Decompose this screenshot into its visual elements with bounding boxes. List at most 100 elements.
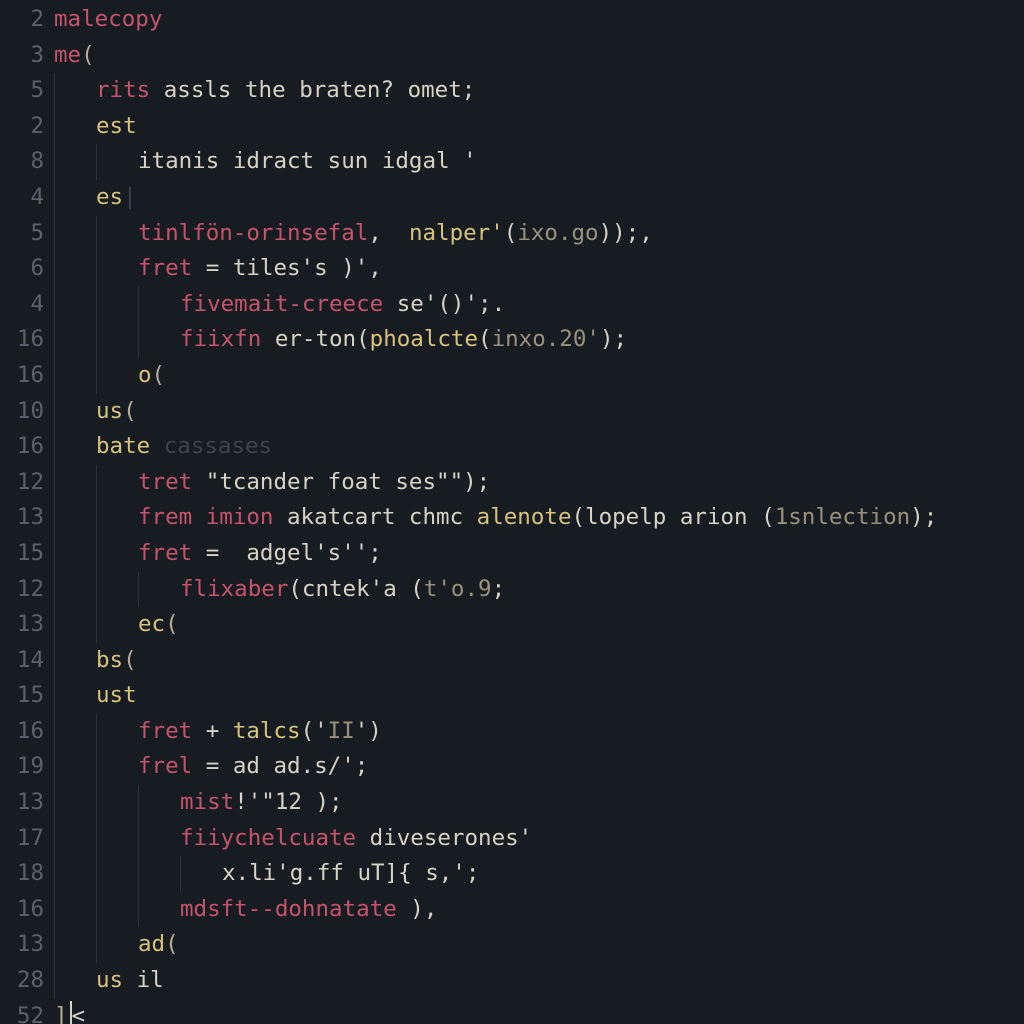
token: ad (138, 931, 165, 957)
code-line[interactable]: fret + talcs('II') (54, 714, 1024, 750)
token: ec (138, 611, 165, 637)
line-number: 14 (0, 643, 44, 679)
token: phoalcte (370, 326, 478, 352)
token: ; (492, 576, 506, 602)
line-number: 52 (0, 999, 44, 1024)
line-number: 10 (0, 394, 44, 430)
token: fiixfn (180, 326, 261, 352)
token: frel (138, 753, 206, 779)
token: itanis idract sun idgal ' (138, 148, 477, 174)
line-number: 15 (0, 678, 44, 714)
token: ad ad.s/' (233, 753, 355, 779)
token: tinlfön-orinsefal (138, 220, 368, 246)
token: ( (165, 611, 179, 637)
token: me (54, 42, 81, 68)
token: 1snlection (775, 504, 910, 530)
code-line[interactable]: us il (54, 963, 1024, 999)
code-line[interactable]: flixaber(cntek'a (t'o.9; (54, 572, 1024, 608)
code-line[interactable]: o( (54, 358, 1024, 394)
code-line[interactable]: us( (54, 394, 1024, 430)
line-number: 6 (0, 251, 44, 287)
code-line[interactable]: ]< (54, 999, 1024, 1024)
line-number: 28 (0, 963, 44, 999)
token: t'o.9 (424, 576, 492, 602)
token: ); (463, 469, 490, 495)
token: cassases (164, 433, 272, 459)
token: il (137, 967, 164, 993)
token: mdsft--dohnatate (180, 896, 410, 922)
token: ') (355, 718, 382, 744)
token: talcs (233, 718, 301, 744)
code-line[interactable]: frem imion akatcart chmc alenote(lopelp … (54, 500, 1024, 536)
code-line[interactable]: fret = adgel's''; (54, 536, 1024, 572)
code-line[interactable]: fivemait-creece se'()';. (54, 287, 1024, 323)
line-number: 5 (0, 216, 44, 252)
token: diveserones' (370, 825, 533, 851)
code-line[interactable]: me( (54, 38, 1024, 74)
token: = (206, 540, 247, 566)
line-number: 3 (0, 38, 44, 74)
line-number: 16 (0, 322, 44, 358)
code-editor[interactable]: 2352845641616101612131512131415161913171… (0, 0, 1024, 1024)
token: inxo.20' (492, 326, 600, 352)
token: ; (368, 540, 382, 566)
line-number: 2 (0, 109, 44, 145)
code-line[interactable]: itanis idract sun idgal ' (54, 144, 1024, 180)
code-line[interactable]: fiixfn er-ton(phoalcte(inxo.20'); (54, 322, 1024, 358)
code-line[interactable]: rits assls the braten? omet; (54, 73, 1024, 109)
token: o (138, 362, 152, 388)
code-line[interactable]: mist!'"12 ); (54, 785, 1024, 821)
token: malecopy (54, 6, 162, 32)
line-number-gutter: 2352845641616101612131512131415161913171… (0, 2, 54, 1024)
token: ( (123, 647, 137, 673)
code-line[interactable]: bs( (54, 643, 1024, 679)
token: rits (96, 77, 164, 103)
line-number: 15 (0, 536, 44, 572)
line-number: 8 (0, 144, 44, 180)
token: ), (410, 896, 437, 922)
token: ixo.go (517, 220, 598, 246)
line-number: 2 (0, 2, 44, 38)
line-number: 12 (0, 572, 44, 608)
line-number: 13 (0, 500, 44, 536)
code-line[interactable]: est (54, 109, 1024, 145)
token: alenote (477, 504, 572, 530)
token: ; (355, 753, 369, 779)
code-line[interactable]: ec( (54, 607, 1024, 643)
code-line[interactable]: tret "tcander foat ses""); (54, 465, 1024, 501)
token: est (96, 113, 137, 139)
token: = (206, 255, 233, 281)
token: us (96, 967, 137, 993)
code-line[interactable]: frel = ad ad.s/'; (54, 749, 1024, 785)
token: fiiychelcuate (180, 825, 370, 851)
line-number: 16 (0, 358, 44, 394)
token: + (206, 718, 233, 744)
token: ); (910, 504, 937, 530)
token: frem (138, 504, 206, 530)
token: fret (138, 718, 206, 744)
code-line[interactable]: tinlfön-orinsefal, nalper'(ixo.go));, (54, 216, 1024, 252)
code-line[interactable]: malecopy (54, 2, 1024, 38)
code-line[interactable]: bate cassases (54, 429, 1024, 465)
code-line[interactable]: fiiychelcuate diveserones' (54, 821, 1024, 857)
code-area[interactable]: malecopyme(rits assls the braten? omet;e… (54, 2, 1024, 1024)
token: lopelp arion (585, 504, 761, 530)
code-line[interactable]: ust (54, 678, 1024, 714)
token: x.li'g.ff uT]{ s,' (222, 860, 466, 886)
line-number: 4 (0, 180, 44, 216)
token: ( (761, 504, 775, 530)
line-number: 17 (0, 821, 44, 857)
line-number: 18 (0, 856, 44, 892)
token: fret (138, 540, 206, 566)
token: er-ton( (261, 326, 369, 352)
token: bs (96, 647, 123, 673)
token: nalper' (409, 220, 504, 246)
code-line[interactable]: es| (54, 180, 1024, 216)
code-line[interactable]: mdsft--dohnatate ), (54, 892, 1024, 928)
code-line[interactable]: x.li'g.ff uT]{ s,'; (54, 856, 1024, 892)
token: flixaber (180, 576, 288, 602)
line-number: 12 (0, 465, 44, 501)
code-line[interactable]: fret = tiles's )', (54, 251, 1024, 287)
line-number: 13 (0, 785, 44, 821)
code-line[interactable]: ad( (54, 927, 1024, 963)
